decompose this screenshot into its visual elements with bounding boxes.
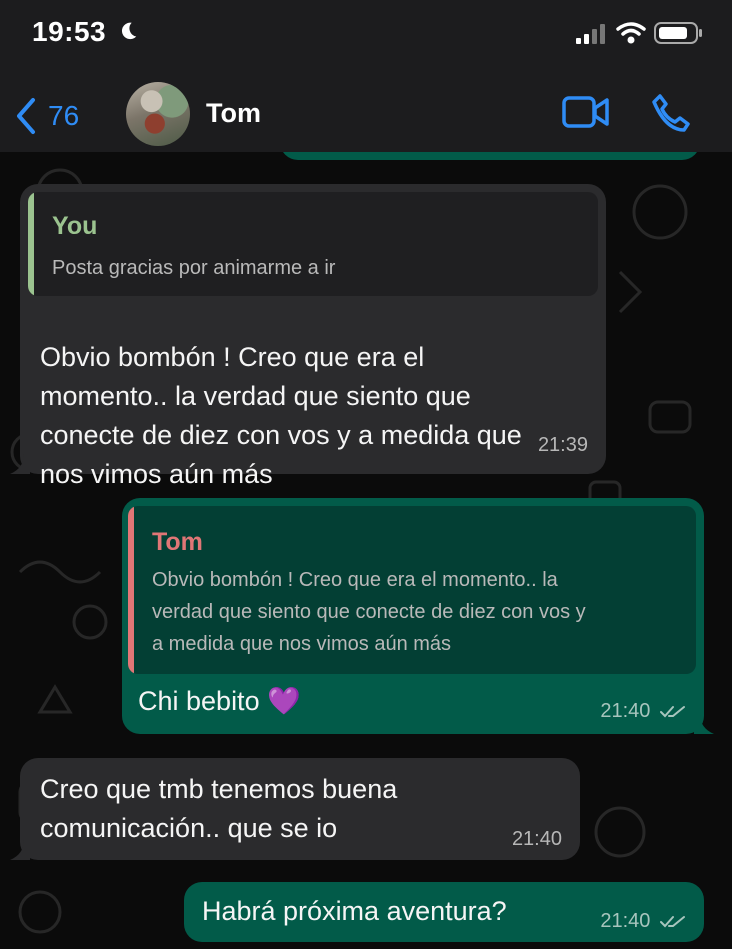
bubble-tail — [10, 840, 30, 860]
double-check-icon — [660, 705, 685, 718]
quote-line: verdad que siento que conecte de diez co… — [152, 601, 586, 623]
double-check-icon — [660, 915, 685, 928]
previous-message-bubble[interactable] — [280, 152, 700, 160]
battery-icon — [654, 22, 702, 44]
bubble-tail — [694, 714, 714, 734]
bubble-tail — [10, 454, 30, 474]
message-line: Creo que tmb tenemos buena — [40, 774, 398, 804]
message-time-text: 21:40 — [600, 910, 651, 932]
message-line: conecte de diez con vos y a medida que — [40, 420, 522, 450]
phone-call-icon[interactable] — [650, 92, 692, 134]
top-bar: 19:53 76 Tom — [0, 0, 732, 152]
quoted-message[interactable]: Tom Obvio bombón ! Creo que era el momen… — [128, 506, 696, 674]
quote-line: Obvio bombón ! Creo que era el momento..… — [152, 569, 558, 591]
message-time-text: 21:40 — [600, 700, 651, 722]
status-time: 19:53 — [32, 16, 107, 47]
message-line: momento.. la verdad que siento que — [40, 381, 471, 411]
message-time: 21:39 — [537, 434, 588, 456]
quote-text: Obvio bombón ! Creo que era el momento..… — [152, 564, 692, 660]
message-line: Obvio bombón ! Creo que era el — [40, 342, 425, 372]
message-line: nos vimos aún más — [40, 459, 273, 489]
message-line: comunicación.. que se io — [40, 813, 338, 843]
video-call-icon[interactable] — [562, 94, 610, 130]
incoming-message-bubble[interactable]: Creo que tmb tenemos buena comunicación.… — [10, 758, 580, 860]
message-text: Habrá próxima aventura? — [202, 896, 507, 926]
chat-area[interactable]: You Posta gracias por animarme a ir Obvi… — [0, 152, 732, 949]
outgoing-message-bubble[interactable]: Habrá próxima aventura? 21:40 — [184, 882, 704, 942]
message-text: Chi bebito 💜 — [138, 686, 301, 716]
quoted-message[interactable]: You Posta gracias por animarme a ir — [28, 192, 598, 296]
signal-icon — [576, 24, 605, 44]
moon-icon — [121, 22, 137, 40]
incoming-message-bubble[interactable]: You Posta gracias por animarme a ir Obvi… — [10, 184, 606, 489]
contact-avatar[interactable] — [126, 82, 190, 146]
quote-accent-bar — [28, 192, 34, 296]
quote-author: Tom — [152, 528, 203, 556]
back-button[interactable]: 76 — [14, 94, 104, 138]
quote-author: You — [52, 212, 98, 240]
message-time: 21:40 — [600, 700, 686, 723]
chevron-left-icon — [17, 98, 35, 134]
message-time: 21:40 — [511, 828, 562, 850]
wifi-icon — [616, 22, 646, 44]
message-text: Obvio bombón ! Creo que era el momento..… — [40, 338, 600, 494]
message-time: 21:40 — [600, 910, 686, 933]
quote-accent-bar — [128, 506, 134, 674]
outgoing-message-bubble[interactable]: Tom Obvio bombón ! Creo que era el momen… — [122, 498, 714, 734]
unread-count: 76 — [48, 100, 80, 131]
message-text: Creo que tmb tenemos buena comunicación.… — [40, 770, 560, 848]
contact-name[interactable]: Tom — [206, 98, 261, 129]
quote-text: Posta gracias por animarme a ir — [52, 257, 336, 279]
quote-line: a medida que nos vimos aún más — [152, 633, 452, 655]
